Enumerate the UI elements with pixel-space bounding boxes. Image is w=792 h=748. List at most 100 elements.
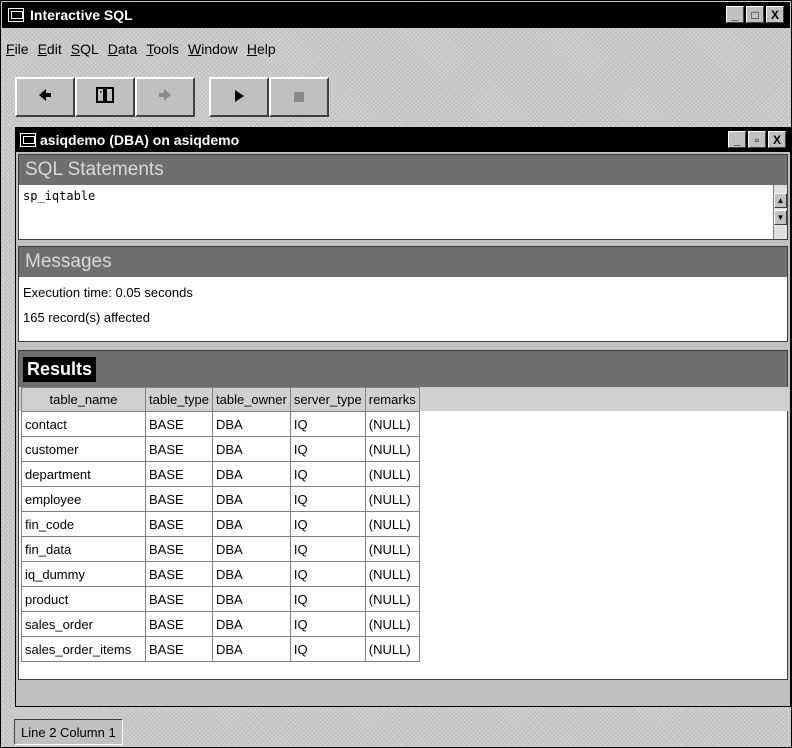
- menu-sql[interactable]: SQL: [71, 41, 99, 57]
- table-row[interactable]: sales_order BASE DBA IQ (NULL): [21, 611, 420, 637]
- table-cell[interactable]: (NULL): [364, 411, 420, 437]
- child-title-bar[interactable]: asiqdemo (DBA) on asiqdemo _ ▫ X: [16, 128, 790, 152]
- child-monitor-icon[interactable]: [20, 133, 36, 147]
- table-cell[interactable]: BASE: [145, 536, 213, 562]
- history-button[interactable]: [75, 77, 135, 117]
- table-cell[interactable]: BASE: [145, 586, 213, 612]
- forward-arrow-icon: [157, 87, 173, 108]
- menu-help[interactable]: Help: [247, 41, 276, 57]
- table-cell[interactable]: DBA: [212, 536, 291, 562]
- table-cell[interactable]: IQ: [289, 411, 366, 437]
- table-cell[interactable]: DBA: [212, 561, 291, 587]
- table-cell[interactable]: customer: [21, 436, 146, 462]
- table-cell[interactable]: IQ: [289, 436, 366, 462]
- menu-data[interactable]: Data: [108, 41, 138, 57]
- table-cell[interactable]: contact: [21, 411, 146, 437]
- child-restore-button[interactable]: ▫: [748, 131, 766, 148]
- table-row[interactable]: employee BASE DBA IQ (NULL): [21, 486, 420, 512]
- status-bar: Line 2 Column 1: [2, 715, 790, 747]
- table-row[interactable]: product BASE DBA IQ (NULL): [21, 586, 420, 612]
- forward-button[interactable]: [135, 77, 195, 117]
- table-row[interactable]: iq_dummy BASE DBA IQ (NULL): [21, 561, 420, 587]
- table-cell[interactable]: IQ: [289, 461, 366, 487]
- table-cell[interactable]: (NULL): [364, 511, 420, 537]
- table-row[interactable]: sales_order_items BASE DBA IQ (NULL): [21, 636, 420, 662]
- table-cell[interactable]: BASE: [145, 561, 213, 587]
- minimize-button[interactable]: _: [726, 6, 744, 23]
- table-cell[interactable]: (NULL): [364, 536, 420, 562]
- table-cell[interactable]: DBA: [212, 461, 291, 487]
- table-cell[interactable]: (NULL): [364, 436, 420, 462]
- table-row[interactable]: department BASE DBA IQ (NULL): [21, 461, 420, 487]
- sql-scrollbar[interactable]: ▲ ▼: [773, 185, 787, 239]
- menu-window[interactable]: Window: [188, 41, 238, 57]
- column-header[interactable]: remarks: [364, 387, 420, 412]
- table-cell[interactable]: IQ: [289, 561, 366, 587]
- scroll-down-arrow-icon[interactable]: ▼: [774, 210, 787, 225]
- table-row[interactable]: contact BASE DBA IQ (NULL): [21, 411, 420, 437]
- title-bar[interactable]: Interactive SQL _ □ X: [2, 2, 790, 28]
- column-header[interactable]: table_name: [21, 387, 146, 412]
- column-header[interactable]: server_type: [289, 387, 366, 412]
- table-cell[interactable]: (NULL): [364, 486, 420, 512]
- table-cell[interactable]: (NULL): [364, 586, 420, 612]
- message-line: 165 record(s) affected: [23, 310, 150, 325]
- table-cell[interactable]: IQ: [289, 486, 366, 512]
- menu-edit[interactable]: Edit: [38, 41, 62, 57]
- scroll-up-arrow-icon[interactable]: ▲: [774, 193, 787, 208]
- table-cell[interactable]: DBA: [212, 511, 291, 537]
- table-cell[interactable]: BASE: [145, 611, 213, 637]
- column-header[interactable]: table_owner: [212, 387, 291, 412]
- table-cell[interactable]: IQ: [289, 511, 366, 537]
- table-cell[interactable]: iq_dummy: [21, 561, 146, 587]
- table-cell[interactable]: DBA: [212, 436, 291, 462]
- column-header[interactable]: table_type: [145, 387, 213, 412]
- maximize-button[interactable]: □: [746, 6, 764, 23]
- table-cell[interactable]: IQ: [289, 586, 366, 612]
- play-icon: [233, 87, 245, 108]
- toolbar: [15, 77, 329, 117]
- child-window-controls: _ ▫ X: [728, 131, 786, 148]
- child-minimize-button[interactable]: _: [728, 131, 746, 148]
- cursor-position: Line 2 Column 1: [14, 719, 123, 745]
- table-cell[interactable]: (NULL): [364, 461, 420, 487]
- table-cell[interactable]: fin_code: [21, 511, 146, 537]
- table-cell[interactable]: product: [21, 586, 146, 612]
- table-cell[interactable]: DBA: [212, 586, 291, 612]
- table-cell[interactable]: department: [21, 461, 146, 487]
- menu-file[interactable]: File: [6, 41, 29, 57]
- table-cell[interactable]: BASE: [145, 511, 213, 537]
- table-cell[interactable]: sales_order: [21, 611, 146, 637]
- table-cell[interactable]: employee: [21, 486, 146, 512]
- table-cell[interactable]: (NULL): [364, 611, 420, 637]
- table-cell[interactable]: IQ: [289, 636, 366, 662]
- execute-button[interactable]: [209, 77, 269, 117]
- table-cell[interactable]: DBA: [212, 611, 291, 637]
- table-cell[interactable]: DBA: [212, 636, 291, 662]
- table-cell[interactable]: IQ: [289, 611, 366, 637]
- stop-button[interactable]: [269, 77, 329, 117]
- table-row[interactable]: fin_code BASE DBA IQ (NULL): [21, 511, 420, 537]
- app-monitor-icon[interactable]: [8, 8, 24, 22]
- table-row[interactable]: fin_data BASE DBA IQ (NULL): [21, 536, 420, 562]
- table-cell[interactable]: BASE: [145, 411, 213, 437]
- table-cell[interactable]: BASE: [145, 436, 213, 462]
- table-cell[interactable]: fin_data: [21, 536, 146, 562]
- sql-editor[interactable]: sp_iqtable: [19, 185, 787, 207]
- table-cell[interactable]: IQ: [289, 536, 366, 562]
- table-cell[interactable]: BASE: [145, 461, 213, 487]
- table-cell[interactable]: sales_order_items: [21, 636, 146, 662]
- table-row[interactable]: customer BASE DBA IQ (NULL): [21, 436, 420, 462]
- table-cell[interactable]: (NULL): [364, 561, 420, 587]
- table-cell[interactable]: (NULL): [364, 636, 420, 662]
- child-close-button[interactable]: X: [768, 131, 786, 148]
- results-heading: Results: [23, 356, 97, 382]
- table-cell[interactable]: DBA: [212, 411, 291, 437]
- close-button[interactable]: X: [766, 6, 784, 23]
- back-button[interactable]: [15, 77, 75, 117]
- messages-pane: Messages Execution time: 0.05 seconds 16…: [18, 246, 788, 342]
- table-cell[interactable]: DBA: [212, 486, 291, 512]
- menu-tools[interactable]: Tools: [146, 41, 179, 57]
- table-cell[interactable]: BASE: [145, 636, 213, 662]
- table-cell[interactable]: BASE: [145, 486, 213, 512]
